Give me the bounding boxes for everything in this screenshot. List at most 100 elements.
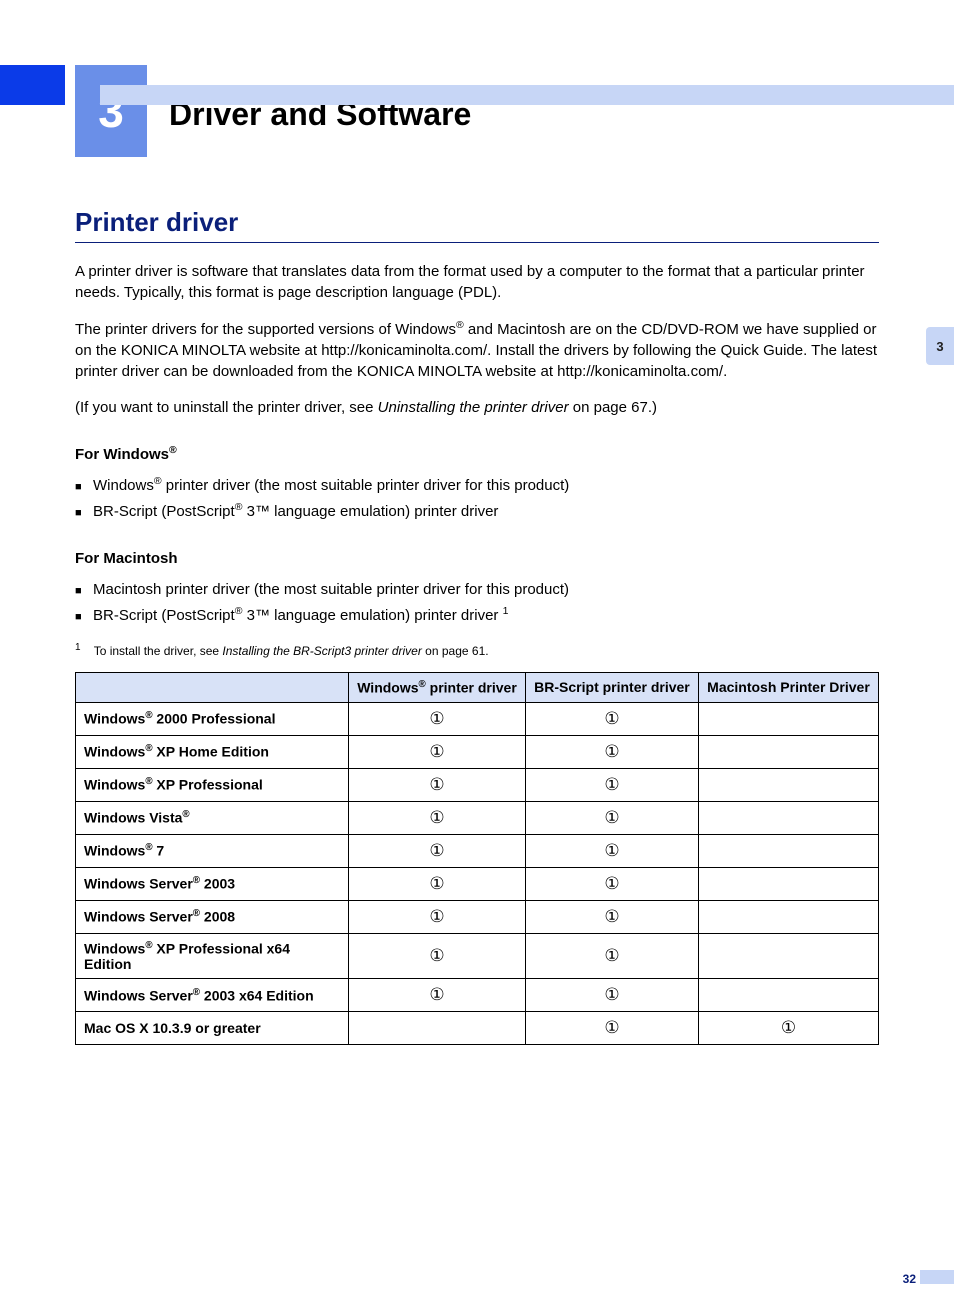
b1-post: printer driver (the most suitable printe…	[162, 477, 570, 494]
top-stripe	[100, 85, 954, 105]
chapter-number-badge: 3	[75, 65, 147, 157]
os-cell: Windows® 2000 Professional	[76, 702, 349, 735]
os-cell: Windows® XP Professional x64 Edition	[76, 933, 349, 979]
support-mark	[698, 900, 878, 933]
table-row: Windows® 7①①	[76, 834, 879, 867]
mb2-mid: 3™ language emulation) printer driver	[242, 607, 502, 624]
support-mark: ①	[525, 768, 698, 801]
footnote-link[interactable]: Installing the BR-Script3 printer driver	[222, 644, 421, 658]
support-mark	[698, 834, 878, 867]
os-cell: Windows Server® 2003	[76, 867, 349, 900]
for-windows-heading: For Windows®	[75, 444, 879, 463]
os-cell: Windows Server® 2003 x64 Edition	[76, 979, 349, 1012]
support-mark: ①	[349, 933, 526, 979]
table-row: Windows Server® 2003①①	[76, 867, 879, 900]
h1-post: printer driver	[426, 680, 517, 696]
b2-pre: BR-Script (PostScript	[93, 503, 235, 520]
support-mark: ①	[525, 834, 698, 867]
footnote-number: 1	[75, 642, 81, 653]
page: 3 3 Driver and Software Printer driver A…	[0, 65, 954, 1300]
footnote-ref[interactable]: 1	[503, 605, 509, 617]
support-mark	[698, 735, 878, 768]
header-mac-driver: Macintosh Printer Driver	[698, 673, 878, 703]
page-side-tab: 3	[926, 327, 954, 365]
header-blank	[76, 673, 349, 703]
mac-driver-item: Macintosh printer driver (the most suita…	[75, 577, 879, 603]
os-cell: Mac OS X 10.3.9 or greater	[76, 1012, 349, 1045]
registered-mark: ®	[154, 475, 162, 487]
uninstall-link[interactable]: Uninstalling the printer driver	[378, 399, 569, 416]
os-cell: Windows® XP Home Edition	[76, 735, 349, 768]
brscript-mac-item: BR-Script (PostScript® 3™ language emula…	[75, 603, 879, 629]
support-mark: ①	[525, 979, 698, 1012]
registered-mark: ®	[169, 444, 177, 456]
os-cell: Windows® 7	[76, 834, 349, 867]
mac-list: Macintosh printer driver (the most suita…	[75, 577, 879, 628]
os-cell: Windows Server® 2008	[76, 900, 349, 933]
table-row: Windows Server® 2008①①	[76, 900, 879, 933]
intro-paragraph-1: A printer driver is software that transl…	[75, 261, 879, 303]
registered-mark: ®	[456, 319, 464, 331]
support-mark: ①	[525, 1012, 698, 1045]
p3-pre: (If you want to uninstall the printer dr…	[75, 399, 378, 416]
brscript-windows-item: BR-Script (PostScript® 3™ language emula…	[75, 499, 879, 525]
header-windows-driver: Windows® printer driver	[349, 673, 526, 703]
table-row: Windows Server® 2003 x64 Edition①①	[76, 979, 879, 1012]
table-row: Windows® XP Professional①①	[76, 768, 879, 801]
page-number: 32	[903, 1272, 916, 1286]
page-number-accent	[920, 1270, 954, 1284]
support-mark: ①	[349, 834, 526, 867]
support-mark: ①	[698, 1012, 878, 1045]
support-mark: ①	[525, 702, 698, 735]
windows-list: Windows® printer driver (the most suitab…	[75, 473, 879, 524]
support-mark: ①	[349, 768, 526, 801]
header-brscript-driver: BR-Script printer driver	[525, 673, 698, 703]
windows-driver-item: Windows® printer driver (the most suitab…	[75, 473, 879, 499]
support-mark: ①	[525, 867, 698, 900]
table-header-row: Windows® printer driver BR-Script printe…	[76, 673, 879, 703]
support-mark: ①	[525, 801, 698, 834]
intro-paragraph-2: The printer drivers for the supported ve…	[75, 318, 879, 382]
table-row: Windows® 2000 Professional①①	[76, 702, 879, 735]
registered-mark: ®	[419, 679, 426, 690]
support-mark: ①	[525, 933, 698, 979]
support-mark: ①	[349, 702, 526, 735]
intro-paragraph-3: (If you want to uninstall the printer dr…	[75, 397, 879, 418]
compatibility-table: Windows® printer driver BR-Script printe…	[75, 672, 879, 1045]
mb2-pre: BR-Script (PostScript	[93, 607, 235, 624]
for-windows-text: For Windows	[75, 446, 169, 463]
table-row: Windows® XP Home Edition①①	[76, 735, 879, 768]
table-row: Mac OS X 10.3.9 or greater ①①	[76, 1012, 879, 1045]
support-mark: ①	[525, 735, 698, 768]
p2-pre: The printer drivers for the supported ve…	[75, 321, 456, 338]
support-mark	[698, 768, 878, 801]
support-mark: ①	[349, 900, 526, 933]
section-title: Printer driver	[75, 207, 879, 243]
footnote-pre: To install the driver, see	[94, 644, 223, 658]
b2-mid: 3™ language emulation) printer driver	[242, 503, 498, 520]
support-mark	[349, 1012, 526, 1045]
os-cell: Windows Vista®	[76, 801, 349, 834]
support-mark	[698, 702, 878, 735]
support-mark	[698, 979, 878, 1012]
chapter-title: Driver and Software	[169, 96, 471, 157]
b1-pre: Windows	[93, 477, 154, 494]
table-row: Windows® XP Professional x64 Edition①①	[76, 933, 879, 979]
footnote-post: on page 61.	[422, 644, 489, 658]
support-mark	[698, 933, 878, 979]
support-mark: ①	[525, 900, 698, 933]
support-mark: ①	[349, 735, 526, 768]
support-mark: ①	[349, 801, 526, 834]
support-mark	[698, 867, 878, 900]
support-mark	[698, 801, 878, 834]
table-row: Windows Vista®①①	[76, 801, 879, 834]
support-mark: ①	[349, 979, 526, 1012]
footnote-1: 1 To install the driver, see Installing …	[75, 642, 879, 658]
support-mark: ①	[349, 867, 526, 900]
top-accent-bar	[0, 65, 65, 105]
for-macintosh-heading: For Macintosh	[75, 550, 879, 567]
p3-post: on page 67.)	[569, 399, 657, 416]
chapter-header: 3 Driver and Software	[75, 65, 879, 157]
os-cell: Windows® XP Professional	[76, 768, 349, 801]
h1-pre: Windows	[357, 680, 418, 696]
